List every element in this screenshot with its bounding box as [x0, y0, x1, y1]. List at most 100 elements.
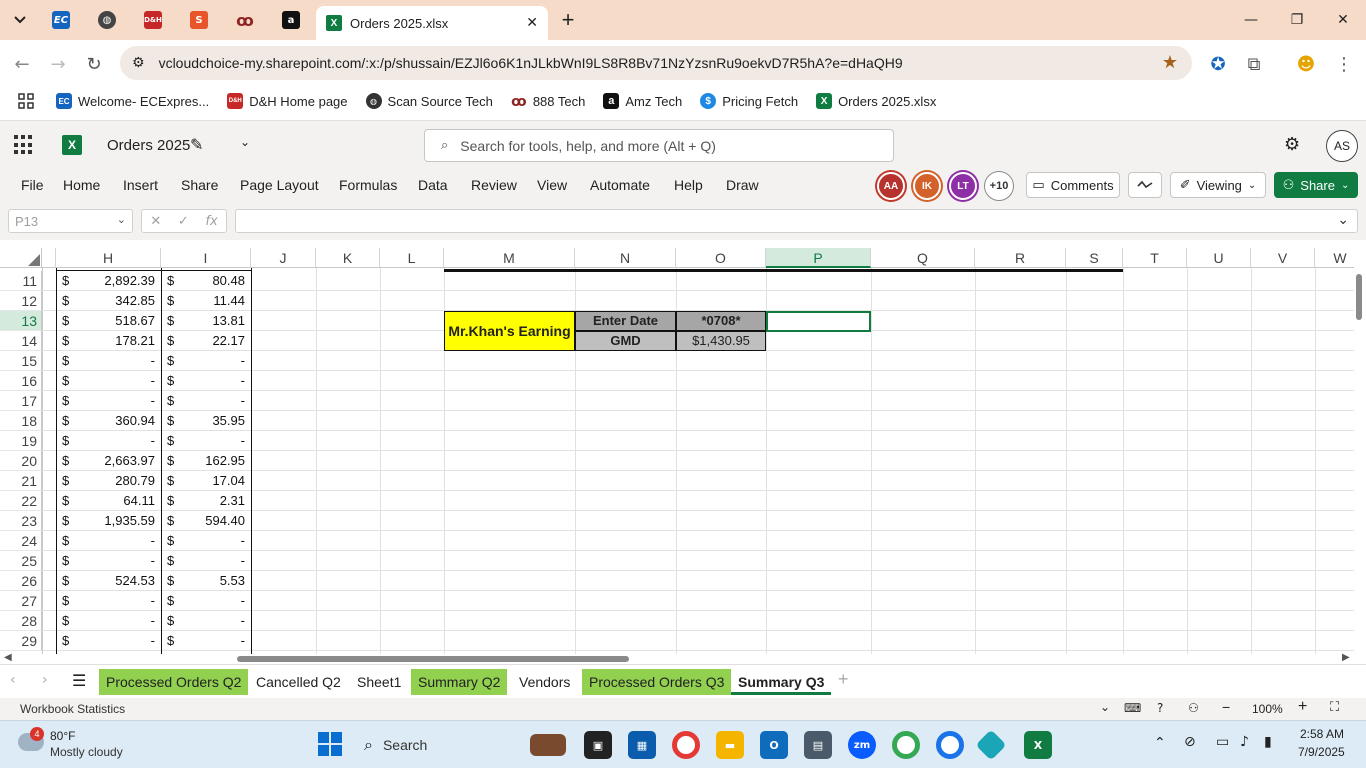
row-header[interactable]: 29 — [0, 631, 42, 651]
currency-symbol-i[interactable]: $ — [161, 311, 191, 331]
viewing-mode-dropdown[interactable]: ✐ Viewing ⌄ — [1170, 172, 1266, 198]
tab-file[interactable]: File — [21, 177, 44, 193]
extension-icon[interactable]: ✪ — [1204, 50, 1232, 78]
add-sheet-button[interactable]: + — [838, 669, 849, 690]
cell-h[interactable]: 1,935.59 — [86, 511, 161, 531]
tab-formulas[interactable]: Formulas — [339, 177, 397, 193]
select-all-corner[interactable] — [0, 248, 42, 268]
active-cell-p13[interactable] — [766, 311, 871, 332]
currency-symbol-h[interactable]: $ — [56, 511, 86, 531]
cell-h[interactable]: - — [86, 351, 161, 371]
currency-symbol-h[interactable]: $ — [56, 491, 86, 511]
column-header-u[interactable]: U — [1187, 248, 1251, 268]
cell-i[interactable]: 11.44 — [191, 291, 251, 311]
cell-h[interactable]: - — [86, 391, 161, 411]
currency-symbol-h[interactable]: $ — [56, 591, 86, 611]
currency-symbol-i[interactable]: $ — [161, 291, 191, 311]
row-header[interactable]: 20 — [0, 451, 42, 471]
currency-symbol-i[interactable]: $ — [161, 371, 191, 391]
extensions-puzzle-icon[interactable]: ⧉ — [1240, 50, 1268, 78]
calculator-icon[interactable]: ▤ — [804, 731, 832, 759]
sheet-tab-summary-q2[interactable]: Summary Q2 — [411, 669, 508, 695]
display-icon[interactable]: ▭ — [1216, 734, 1229, 750]
column-header-j[interactable]: J — [251, 248, 316, 268]
tab-ec-express[interactable]: EC — [38, 6, 84, 34]
chrome-profile-2-icon[interactable] — [936, 731, 964, 759]
currency-symbol-i[interactable]: $ — [161, 271, 191, 291]
sheet-tab-sheet1[interactable]: Sheet1 — [350, 669, 408, 695]
tab-orders-2025[interactable]: X Orders 2025.xlsx ✕ — [316, 6, 548, 40]
cell-h[interactable]: 360.94 — [86, 411, 161, 431]
column-header-t[interactable]: T — [1123, 248, 1187, 268]
currency-symbol-h[interactable]: $ — [56, 631, 86, 651]
cell-h[interactable]: 342.85 — [86, 291, 161, 311]
clock-time[interactable]: 2:58 AM — [1300, 727, 1344, 741]
tab-amazon[interactable]: a — [268, 6, 314, 34]
cell-i[interactable]: 594.40 — [191, 511, 251, 531]
cell-i[interactable]: 80.48 — [191, 271, 251, 291]
cell-i[interactable]: - — [191, 351, 251, 371]
column-header-v[interactable]: V — [1251, 248, 1315, 268]
bookmark-pricing-fetch[interactable]: $ Pricing Fetch — [700, 93, 798, 109]
title-dropdown-icon[interactable]: ⌄ — [240, 135, 250, 149]
currency-symbol-i[interactable]: $ — [161, 611, 191, 631]
chrome-icon[interactable] — [672, 731, 700, 759]
row-header[interactable]: 27 — [0, 591, 42, 611]
horizontal-scrollbar[interactable]: ◀ ▶ — [0, 652, 1366, 664]
close-window-icon[interactable]: ✕ — [1320, 8, 1366, 32]
currency-symbol-i[interactable]: $ — [161, 471, 191, 491]
tab-swirl[interactable]: S — [176, 6, 222, 34]
tab-draw[interactable]: Draw — [726, 177, 759, 193]
currency-symbol-h[interactable]: $ — [56, 351, 86, 371]
row-header[interactable]: 12 — [0, 291, 42, 311]
cell-i[interactable]: 17.04 — [191, 471, 251, 491]
spreadsheet-grid[interactable]: H I J K L M N O P Q R S T U V W $2,892.3… — [0, 240, 1366, 654]
column-header-h[interactable]: H — [56, 248, 161, 268]
row-header[interactable]: 16 — [0, 371, 42, 391]
cell-i[interactable]: - — [191, 551, 251, 571]
sheet-tab-processed-orders-q3[interactable]: Processed Orders Q3 — [582, 669, 732, 695]
tab-insert[interactable]: Insert — [123, 177, 158, 193]
cell-i[interactable]: 5.53 — [191, 571, 251, 591]
comments-button[interactable]: ▭ Comments — [1026, 172, 1120, 198]
tab-share[interactable]: Share — [181, 177, 218, 193]
row-header[interactable]: 14 — [0, 331, 42, 351]
column-header-r[interactable]: R — [975, 248, 1066, 268]
currency-symbol-h[interactable]: $ — [56, 531, 86, 551]
zoom-level[interactable]: 100% — [1252, 702, 1283, 716]
column-header-k[interactable]: K — [316, 248, 380, 268]
row-header[interactable]: 13 — [0, 311, 42, 331]
prev-sheet-icon[interactable]: ‹ — [10, 672, 16, 688]
date-value-cell[interactable]: *0708* — [676, 311, 766, 331]
weather-widget[interactable]: 4 80°F Mostly cloudy — [14, 727, 164, 763]
gmd-value-cell[interactable]: $1,430.95 — [676, 331, 766, 351]
column-header-i[interactable]: I — [161, 248, 251, 268]
tab-globe[interactable]: ◍ — [84, 6, 130, 34]
row-header[interactable]: 21 — [0, 471, 42, 491]
next-sheet-icon[interactable]: › — [42, 672, 48, 688]
currency-symbol-i[interactable]: $ — [161, 451, 191, 471]
cell-i[interactable]: 35.95 — [191, 411, 251, 431]
name-box[interactable]: P13 ⌄ — [8, 209, 133, 233]
bookmark-ecexpress[interactable]: EC Welcome- ECExpres... — [56, 93, 209, 109]
tab-dh[interactable]: D&H — [130, 6, 176, 34]
currency-symbol-h[interactable]: $ — [56, 391, 86, 411]
cell-h[interactable]: - — [86, 551, 161, 571]
row-header[interactable]: 24 — [0, 531, 42, 551]
currency-symbol-h[interactable]: $ — [56, 431, 86, 451]
formula-input[interactable]: ⌄ — [235, 209, 1358, 233]
cell-h[interactable]: 524.53 — [86, 571, 161, 591]
currency-symbol-h[interactable]: $ — [56, 311, 86, 331]
coauthor-avatar[interactable]: LT — [949, 172, 977, 200]
app-launcher-icon[interactable] — [14, 135, 34, 155]
cell-h[interactable]: - — [86, 591, 161, 611]
url-bar[interactable]: ⚙ vcloudchoice-my.sharepoint.com/:x:/p/s… — [120, 46, 1192, 80]
vertical-scroll-thumb[interactable] — [1356, 274, 1362, 320]
cell-i[interactable]: - — [191, 531, 251, 551]
expand-formula-icon[interactable]: ⌄ — [1337, 212, 1349, 228]
file-explorer-icon[interactable]: ▬ — [716, 731, 744, 759]
cell-h[interactable]: 2,663.97 — [86, 451, 161, 471]
tab-view[interactable]: View — [537, 177, 567, 193]
cell-h[interactable]: 64.11 — [86, 491, 161, 511]
all-sheets-menu-icon[interactable]: ☰ — [72, 671, 86, 690]
